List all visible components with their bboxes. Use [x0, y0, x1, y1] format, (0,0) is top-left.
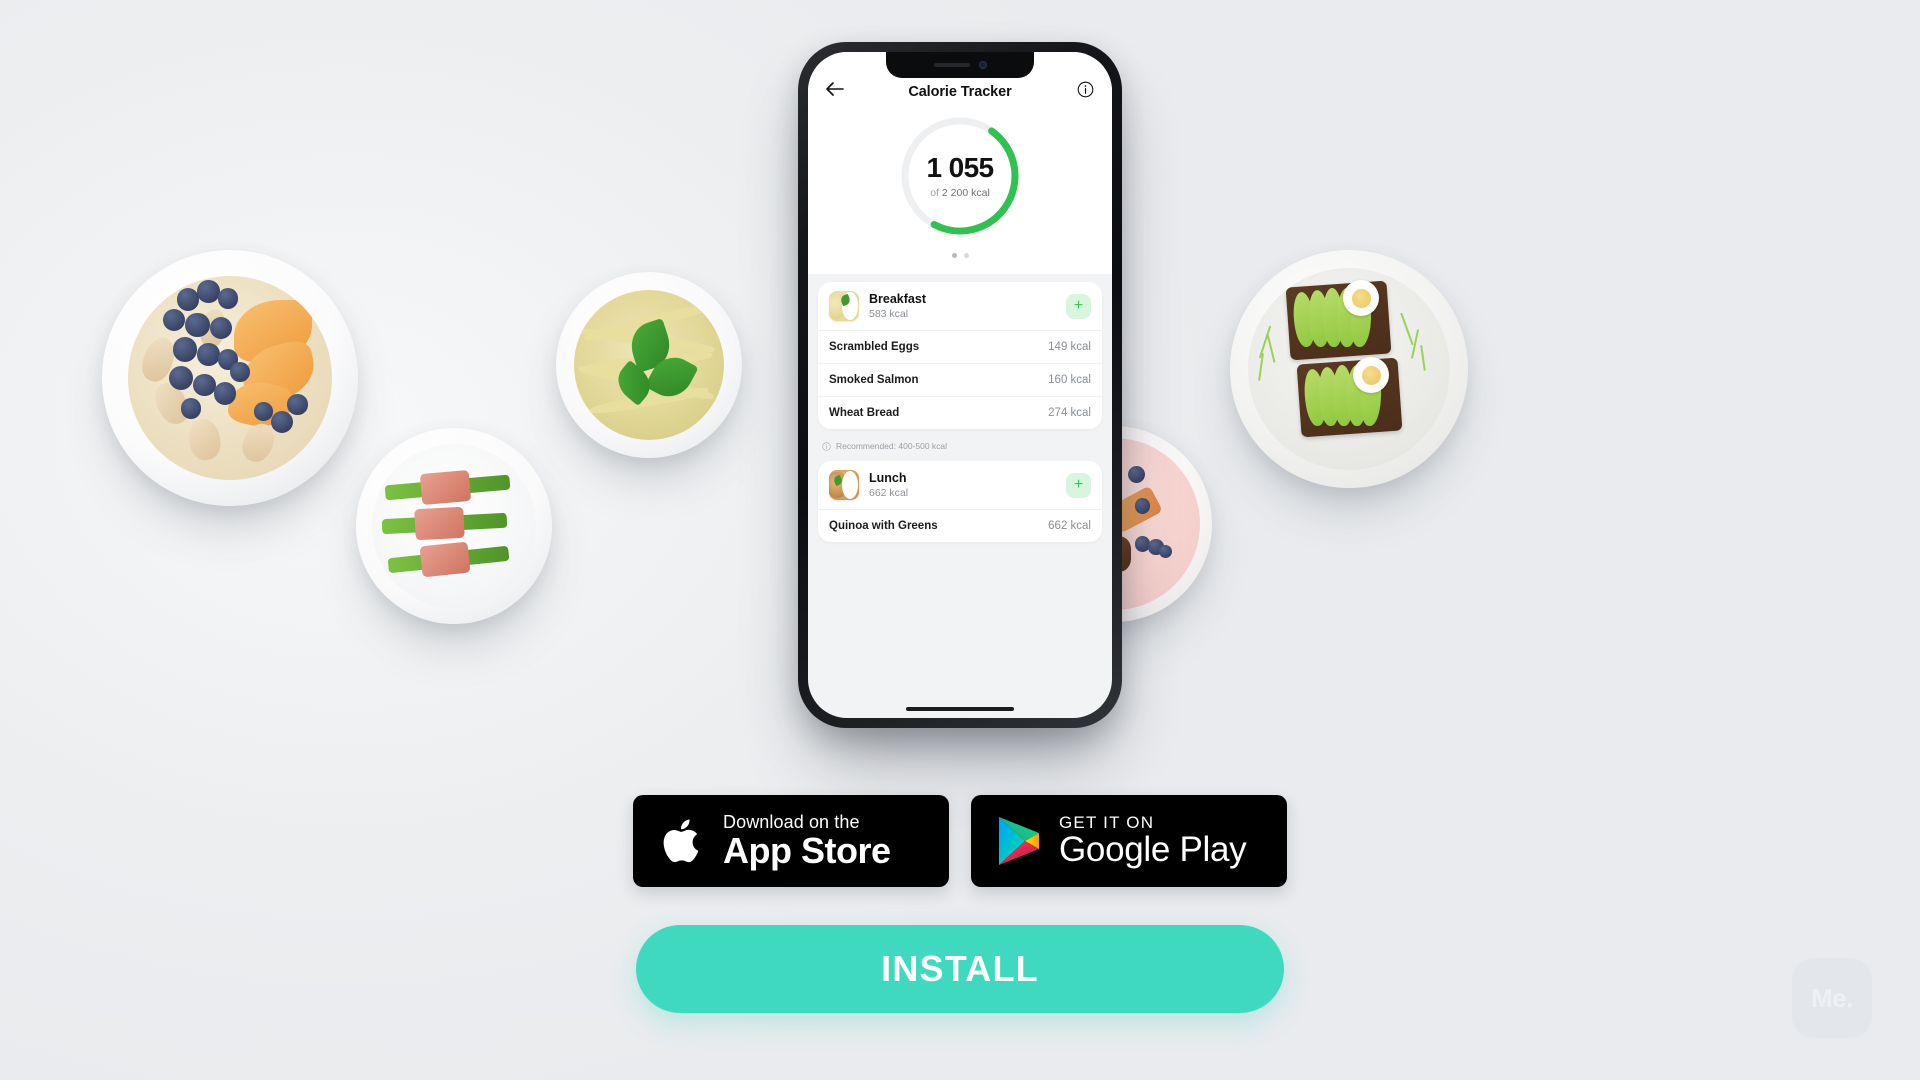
apple-logo-icon [663, 819, 699, 863]
app-store-badge[interactable]: Download on the App Store [633, 795, 949, 887]
back-arrow-icon[interactable] [824, 78, 846, 100]
meal-header[interactable]: Breakfast 583 kcal + [818, 282, 1102, 331]
plate-pesto-pasta [556, 272, 742, 458]
meal-card-breakfast: Breakfast 583 kcal + Scrambled Eggs 149 … [818, 282, 1102, 429]
add-food-button[interactable]: + [1066, 472, 1091, 498]
store-badges: Download on the App Store GET IT ON Goog… [633, 795, 1287, 887]
food-kcal: 274 kcal [1048, 407, 1091, 419]
food-name: Scrambled Eggs [829, 341, 920, 353]
food-row[interactable]: Wheat Bread 274 kcal [818, 397, 1102, 429]
plate-avocado-toast-egg [1230, 250, 1468, 488]
meal-card-lunch: Lunch 662 kcal + Quinoa with Greens 662 … [818, 461, 1102, 542]
recommended-note-text: Recommended: 400-500 kcal [836, 441, 948, 451]
phone-screen: Calorie Tracker 1 055 of 2 200 kcal Brea… [808, 52, 1112, 718]
phone-mockup: Calorie Tracker 1 055 of 2 200 kcal Brea… [798, 42, 1122, 728]
calories-goal-value: 2 200 kcal [941, 186, 990, 199]
meal-list[interactable]: Breakfast 583 kcal + Scrambled Eggs 149 … [808, 274, 1112, 542]
page-dot-2[interactable] [963, 253, 969, 258]
brand-watermark-logo: Me. [1792, 958, 1872, 1038]
food-name: Quinoa with Greens [829, 520, 938, 532]
calories-goal-prefix: of [930, 186, 939, 199]
calories-consumed: 1 055 [926, 151, 994, 183]
food-row[interactable]: Smoked Salmon 160 kcal [818, 364, 1102, 397]
google-play-badge-big: Google Play [1059, 830, 1247, 870]
meal-thumbnail-icon [829, 291, 859, 321]
plate-inner [128, 276, 332, 480]
food-name: Smoked Salmon [829, 374, 919, 386]
plate-inner [574, 290, 724, 440]
plate-bacon-wrapped-asparagus [356, 428, 552, 624]
plate-oatmeal-blueberry-peach [102, 250, 358, 506]
food-row[interactable]: Quinoa with Greens 662 kcal [818, 510, 1102, 542]
food-kcal: 149 kcal [1048, 341, 1091, 353]
page-dot-1[interactable] [951, 253, 957, 258]
install-button[interactable]: INSTALL [636, 925, 1284, 1013]
meal-name: Lunch [869, 471, 907, 486]
ring-center-labels: 1 055 of 2 200 kcal [896, 112, 1024, 240]
meal-header[interactable]: Lunch 662 kcal + [818, 461, 1102, 510]
front-camera-icon [978, 61, 987, 69]
app-store-badge-big: App Store [723, 830, 891, 872]
add-food-button[interactable]: + [1066, 293, 1091, 319]
google-play-triangle-icon [999, 817, 1039, 865]
plate-inner [372, 444, 536, 608]
meal-meta: Lunch 662 kcal [869, 471, 1066, 498]
meal-name: Breakfast [869, 292, 926, 307]
food-kcal: 662 kcal [1048, 520, 1091, 532]
info-circle-icon[interactable] [1074, 78, 1096, 100]
food-row[interactable]: Scrambled Eggs 149 kcal [818, 331, 1102, 364]
phone-notch [886, 52, 1034, 78]
app-store-badge-small: Download on the [723, 811, 860, 832]
info-circle-small-icon [822, 441, 831, 451]
meal-total-kcal: 583 kcal [869, 307, 909, 320]
google-play-badge-text: GET IT ON Google Play [1059, 813, 1247, 870]
page-title: Calorie Tracker [908, 84, 1012, 100]
calorie-ring: 1 055 of 2 200 kcal [896, 112, 1024, 240]
plate-inner [1248, 268, 1450, 470]
food-name: Wheat Bread [829, 407, 900, 419]
carousel-page-dots[interactable] [808, 253, 1112, 258]
recommended-note: Recommended: 400-500 kcal [818, 429, 1102, 461]
app-store-badge-text: Download on the App Store [723, 812, 891, 870]
home-indicator [906, 707, 1014, 711]
speaker-grille-icon [933, 63, 970, 67]
food-kcal: 160 kcal [1048, 374, 1091, 386]
meal-total-kcal: 662 kcal [869, 486, 909, 499]
calories-goal: of 2 200 kcal [930, 187, 990, 199]
google-play-badge[interactable]: GET IT ON Google Play [971, 795, 1287, 887]
meal-meta: Breakfast 583 kcal [869, 292, 1066, 319]
calorie-summary-card: 1 055 of 2 200 kcal [808, 110, 1112, 274]
meal-thumbnail-icon [829, 470, 859, 500]
